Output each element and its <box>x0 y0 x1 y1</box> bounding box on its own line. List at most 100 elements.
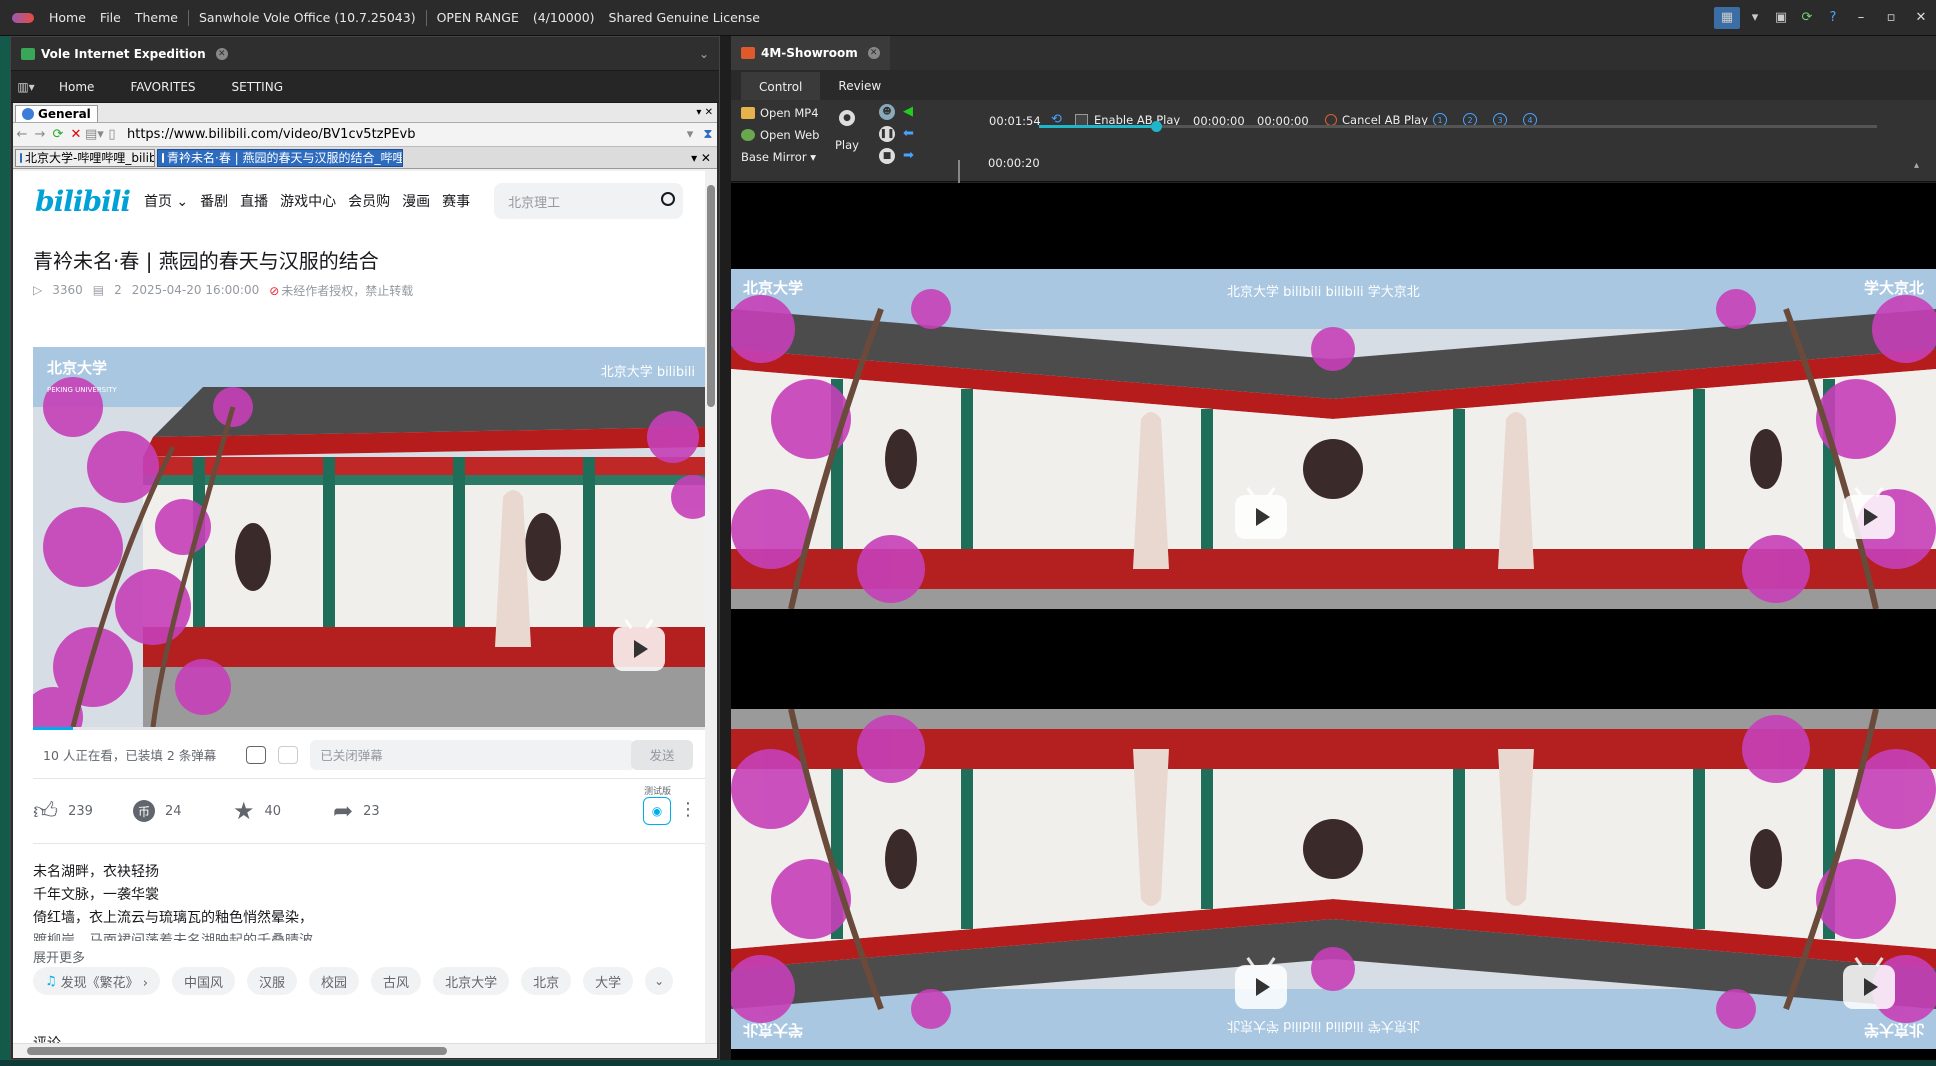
refresh-icon[interactable]: ⟳ <box>49 127 67 142</box>
danmaku-toggle-icon[interactable] <box>246 745 267 764</box>
url-input[interactable]: https://www.bilibili.com/video/BV1cv5tzP… <box>127 127 681 142</box>
stop-icon[interactable]: ■ <box>879 148 895 164</box>
frame-watermark-center: 北京大学 bilibili bilibili 学大京北 <box>1227 285 1420 300</box>
base-mirror-dropdown[interactable]: Base Mirror ▾ <box>741 150 816 164</box>
dropdown-icon[interactable]: ▾ <box>1742 7 1768 29</box>
right-arrow-icon[interactable]: ➡ <box>903 148 914 163</box>
bili-search-input[interactable]: 北京理工 <box>494 183 683 219</box>
pause-icon[interactable]: ❚❚ <box>879 126 895 142</box>
danmaku-input[interactable]: 已关闭弹幕 <box>310 739 635 770</box>
scroll-thumb[interactable] <box>27 1047 447 1055</box>
like-button[interactable]: 👍︎ 239 <box>33 797 133 826</box>
position-slider[interactable] <box>1039 121 1877 132</box>
tag-item[interactable]: 北京大学 <box>433 967 510 995</box>
favorite-button[interactable]: ★ 40 <box>233 797 333 825</box>
play-icon[interactable] <box>613 619 665 671</box>
showroom-tab[interactable]: 4M-Showroom ✕ <box>731 35 890 70</box>
restore-button[interactable]: ▫ <box>1876 10 1906 25</box>
bilibili-logo[interactable]: bilibili <box>35 185 131 218</box>
tag-label: 发现《繁花》 › <box>60 975 148 991</box>
play-count: 3360 <box>52 283 83 297</box>
tag-item[interactable]: 校园 <box>309 967 360 995</box>
refresh-icon[interactable]: ⟳ <box>1794 7 1820 29</box>
flag-icon[interactable]: ◀ <box>903 104 913 119</box>
stop-icon[interactable]: ✕ <box>67 127 85 142</box>
minimize-button[interactable]: – <box>1846 10 1876 25</box>
close-tab-icon[interactable]: ✕ <box>867 46 880 59</box>
record-icon[interactable]: ● <box>839 110 855 126</box>
tags-expand-icon[interactable]: ⌄ <box>645 967 674 995</box>
play-icon[interactable] <box>1843 487 1895 539</box>
video-progress[interactable] <box>33 727 705 730</box>
tag-item[interactable]: 古风 <box>371 967 422 995</box>
danmaku-settings-icon[interactable] <box>278 745 299 764</box>
coin-button[interactable]: 币 24 <box>133 800 233 822</box>
search-engine-icon[interactable]: ⧗ <box>699 127 717 142</box>
play-icon[interactable] <box>1235 957 1287 1009</box>
menu-setting-tab[interactable]: SETTING <box>214 80 301 94</box>
page-tab-1[interactable]: 北京大学-哔哩哔哩_bilibili <box>15 148 155 167</box>
tab-controls[interactable]: ▾ ✕ <box>691 151 711 165</box>
coin-count: 24 <box>165 803 182 819</box>
nav-home[interactable]: 首页 ⌄ <box>144 191 188 211</box>
menu-home[interactable]: Home <box>42 10 93 25</box>
left-arrow-icon[interactable]: ⬅ <box>903 126 914 141</box>
menu-favorites-tab[interactable]: FAVORITES <box>112 80 213 94</box>
nav-manga[interactable]: 漫画 <box>402 191 430 211</box>
menu-theme[interactable]: Theme <box>128 10 185 25</box>
mirror-frame-bottom: 北京大学 北京大学 bilibili bilibili 学大京北 学大京北 <box>731 709 1936 1049</box>
tag-item[interactable]: 汉服 <box>247 967 298 995</box>
tag-music[interactable]: ♫ 发现《繁花》 › <box>33 967 160 995</box>
play-icon[interactable] <box>1235 487 1287 539</box>
menu-file[interactable]: File <box>93 10 128 25</box>
grid-menu-icon[interactable]: ▥▾ <box>11 80 41 94</box>
monitor-icon[interactable]: ▣ <box>1768 7 1794 29</box>
nav-mall[interactable]: 会员购 <box>348 191 390 211</box>
tag-item[interactable]: 北京 <box>521 967 572 995</box>
scroll-thumb[interactable] <box>707 185 715 407</box>
back-icon[interactable]: ← <box>13 127 31 142</box>
tag-item[interactable]: 大学 <box>583 967 634 995</box>
nav-live[interactable]: 直播 <box>240 191 268 211</box>
users-icon[interactable]: ☻ <box>879 104 895 120</box>
position-label: 00:00:20 <box>988 156 1040 170</box>
close-tab-icon[interactable]: ✕ <box>215 47 228 60</box>
nav-esports[interactable]: 赛事 <box>442 191 470 211</box>
expand-more-link[interactable]: 展开更多 <box>33 947 85 966</box>
help-icon[interactable]: ? <box>1820 7 1846 29</box>
chevron-down-icon[interactable]: ⌄ <box>699 47 709 61</box>
horizontal-scrollbar[interactable] <box>13 1043 717 1058</box>
os-taskbar <box>0 1060 1936 1066</box>
play-button[interactable]: Play <box>835 138 859 152</box>
tab-control[interactable]: Control <box>741 72 821 100</box>
vertical-scrollbar[interactable] <box>705 171 717 1043</box>
tag-item[interactable]: 中国风 <box>172 967 236 995</box>
browser-pane-header: Vole Internet Expedition ✕ ⌄ <box>11 37 719 71</box>
video-player[interactable]: 北京大学 PEKING UNIVERSITY 北京大学 bilibili <box>33 347 705 727</box>
browser-pane-tab[interactable]: Vole Internet Expedition ✕ <box>11 37 238 70</box>
layout-icon[interactable]: ▦ <box>1714 6 1740 29</box>
ai-assistant-button[interactable]: 测试版 ◉ <box>643 787 671 825</box>
send-button[interactable]: 发送 <box>631 739 693 770</box>
page-tab-2[interactable]: 青衿未名·春 | 燕园的春天与汉服的结合_哔哩哔... <box>157 148 403 167</box>
titlebar-tools: ▦ ▾ ▣ ⟳ ? – ▫ ✕ <box>1712 0 1936 35</box>
embedded-browser: General ▾ ✕ ← → ⟳ ✕ ▤▾ ▯ https://www.bil… <box>13 103 717 1058</box>
nav-games[interactable]: 游戏中心 <box>280 191 336 211</box>
group-tab-general[interactable]: General <box>15 105 98 122</box>
more-vertical-icon[interactable]: ⋮ <box>679 799 697 820</box>
play-icon[interactable] <box>1843 957 1895 1009</box>
open-mp4-button[interactable]: Open MP4 <box>741 106 819 120</box>
nav-anime[interactable]: 番剧 <box>200 191 228 211</box>
forward-icon[interactable]: → <box>31 127 49 142</box>
menu-home-tab[interactable]: Home <box>41 80 112 94</box>
page-menu-icon[interactable]: ▤▾ <box>85 127 104 142</box>
titlebar-divider <box>425 9 427 26</box>
share-button[interactable]: ➦ 23 <box>333 797 433 825</box>
group-tab-controls[interactable]: ▾ ✕ <box>696 107 713 118</box>
open-web-button[interactable]: Open Web <box>741 128 819 142</box>
search-icon[interactable] <box>661 192 675 206</box>
url-dropdown-icon[interactable]: ▾ <box>681 127 699 142</box>
collapse-icon[interactable]: ▴ <box>1914 160 1919 171</box>
tab-review[interactable]: Review <box>820 72 899 100</box>
close-button[interactable]: ✕ <box>1906 10 1936 25</box>
